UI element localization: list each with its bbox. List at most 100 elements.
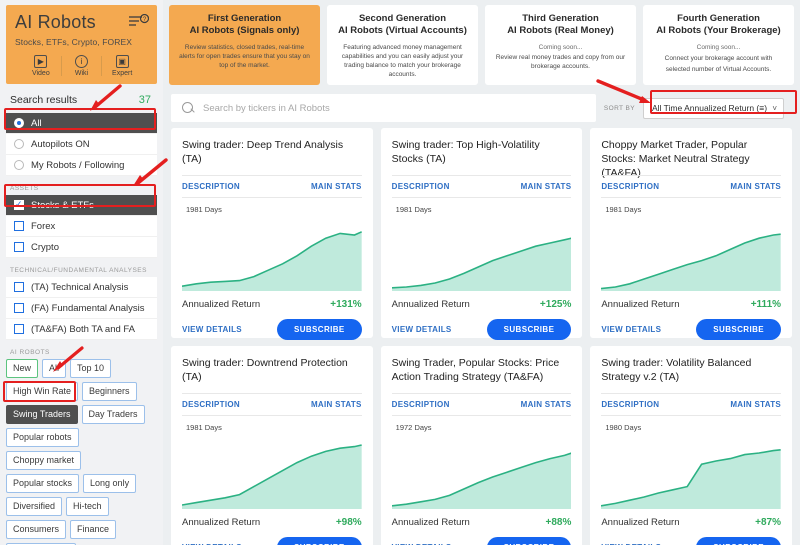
search-input[interactable]: Search by tickers in AI Robots xyxy=(171,94,596,122)
annualized-return-row: Annualized Return +87% xyxy=(601,517,781,528)
tag-long-only[interactable]: Long only xyxy=(83,474,137,493)
sort-dropdown[interactable]: All Time Annualized Return (≡) ˅ xyxy=(643,97,784,119)
robot-card[interactable]: Swing trader: Top High-Volatility Stocks… xyxy=(380,128,583,340)
filter-option-autopilots-on[interactable]: Autopilots ON xyxy=(6,134,157,155)
generation-card-first[interactable]: First Generation AI Robots (Signals only… xyxy=(169,5,320,85)
annualized-return-row: Annualized Return +98% xyxy=(182,517,362,528)
chart-days-label: 1981 Days xyxy=(186,423,222,432)
performance-chart: 1981 Days xyxy=(601,205,782,293)
filter-option-tafa[interactable]: (TA&FA) Both TA and FA xyxy=(6,319,157,340)
hamburger-help-icon[interactable]: ? xyxy=(129,13,150,28)
main-stats-link[interactable]: MAIN STATS xyxy=(521,400,572,409)
annualized-return-value: +111% xyxy=(750,299,782,310)
generation-body: Review statistics, closed trades, real-t… xyxy=(179,44,310,69)
annualized-return-value: +98% xyxy=(335,517,362,528)
filter-option-ta[interactable]: (TA) Technical Analysis xyxy=(6,277,157,298)
assets-filter-group: Stocks & ETFs Forex Crypto xyxy=(6,195,157,258)
main-stats-link[interactable]: MAIN STATS xyxy=(730,182,781,191)
description-link[interactable]: DESCRIPTION xyxy=(392,400,450,409)
tag-choppy-market[interactable]: Choppy market xyxy=(6,451,82,470)
annualized-return-value: +88% xyxy=(545,517,572,528)
tag-swing-traders[interactable]: Swing Traders xyxy=(6,405,78,424)
tag-finance[interactable]: Finance xyxy=(70,520,117,539)
tag-popular-robots[interactable]: Popular robots xyxy=(6,428,79,447)
robot-title: Swing trader: Volatility Balanced Strate… xyxy=(601,357,752,383)
brand-link-wiki[interactable]: i Wiki xyxy=(62,55,102,77)
subscribe-button[interactable]: SUBSCRIBE xyxy=(696,319,782,340)
robot-title: Swing Trader, Popular Stocks: Price Acti… xyxy=(391,357,560,383)
filter-option-all[interactable]: All xyxy=(6,113,157,134)
search-icon xyxy=(182,101,195,115)
robot-card[interactable]: Swing trader: Downtrend Protection (TA) … xyxy=(171,346,373,545)
view-details-link[interactable]: VIEW DETAILS xyxy=(182,325,242,334)
tag-hi-tech[interactable]: Hi-tech xyxy=(66,497,109,516)
robot-card[interactable]: Swing trader: Deep Trend Analysis (TA) D… xyxy=(171,128,373,340)
generation-card-fourth[interactable]: Fourth Generation AI Robots (Your Broker… xyxy=(643,5,794,85)
robot-card-links: DESCRIPTION MAIN STATS xyxy=(391,393,572,416)
generation-body: Connect your brokerage account with sele… xyxy=(664,55,773,73)
annualized-return-label: Annualized Return xyxy=(391,299,470,310)
tag-high-win-rate[interactable]: High Win Rate xyxy=(6,382,79,401)
performance-chart: 1972 Days xyxy=(391,423,572,511)
analyses-section-label: TECHNICAL/FUNDAMENTAL ANALYSES xyxy=(10,267,147,274)
generation-title-line2: AI Robots (Your Brokerage) xyxy=(656,25,781,36)
checkbox-icon xyxy=(14,282,24,292)
subscribe-button[interactable]: SUBSCRIBE xyxy=(276,537,362,545)
subscribe-button[interactable]: SUBSCRIBE xyxy=(696,537,782,545)
assets-section-label: ASSETS xyxy=(10,185,39,192)
description-link[interactable]: DESCRIPTION xyxy=(182,400,240,409)
view-details-link[interactable]: VIEW DETAILS xyxy=(392,325,452,334)
performance-chart: 1981 Days xyxy=(182,205,362,293)
filter-option-my-robots[interactable]: My Robots / Following xyxy=(6,155,157,176)
brand-panel: AI Robots Stocks, ETFs, Crypto, FOREX ? … xyxy=(6,5,157,84)
view-details-link[interactable]: VIEW DETAILS xyxy=(601,325,661,334)
generation-title-line1: Fourth Generation xyxy=(677,13,760,24)
filter-option-stocks-etfs[interactable]: Stocks & ETFs xyxy=(6,195,157,216)
main-stats-link[interactable]: MAIN STATS xyxy=(730,400,781,409)
annualized-return-label: Annualized Return xyxy=(601,517,680,528)
robot-title: Swing trader: Downtrend Protection (TA) xyxy=(182,357,348,383)
ai-robots-screening-page: AI Robots Stocks, ETFs, Crypto, FOREX ? … xyxy=(0,0,800,545)
tag-top-10[interactable]: Top 10 xyxy=(70,359,112,378)
generation-card-third[interactable]: Third Generation AI Robots (Real Money) … xyxy=(485,5,636,85)
robot-card[interactable]: Swing Trader, Popular Stocks: Price Acti… xyxy=(380,346,583,545)
main-stats-link[interactable]: MAIN STATS xyxy=(311,400,362,409)
main-stats-link[interactable]: MAIN STATS xyxy=(521,182,572,191)
performance-chart: 1980 Days xyxy=(601,423,782,511)
chart-days-label: 1981 Days xyxy=(605,205,642,214)
robot-card-links: DESCRIPTION MAIN STATS xyxy=(182,175,362,198)
tag-popular-stocks[interactable]: Popular stocks xyxy=(6,474,80,493)
description-link[interactable]: DESCRIPTION xyxy=(601,400,659,409)
subscribe-button[interactable]: SUBSCRIBE xyxy=(486,319,572,340)
robot-card[interactable]: Swing trader: Volatility Balanced Strate… xyxy=(590,346,793,545)
brand-link-expert[interactable]: ▣ Expert xyxy=(102,55,142,77)
tag-beginners[interactable]: Beginners xyxy=(82,382,137,401)
tag-consumers[interactable]: Consumers xyxy=(6,520,67,539)
robot-card[interactable]: Choppy Market Trader, Popular Stocks: Ma… xyxy=(590,128,793,340)
description-link[interactable]: DESCRIPTION xyxy=(601,182,659,191)
description-link[interactable]: DESCRIPTION xyxy=(392,182,450,191)
generation-card-second[interactable]: Second Generation AI Robots (Virtual Acc… xyxy=(327,5,478,85)
filter-option-label: Crypto xyxy=(31,241,59,253)
subscribe-button[interactable]: SUBSCRIBE xyxy=(276,319,362,340)
filter-option-crypto[interactable]: Crypto xyxy=(6,237,157,258)
brand-link-video[interactable]: ▶ Video xyxy=(21,55,61,77)
chart-svg xyxy=(182,205,362,291)
main-stats-link[interactable]: MAIN STATS xyxy=(311,182,362,191)
description-link[interactable]: DESCRIPTION xyxy=(182,182,240,191)
annualized-return-row: Annualized Return +131% xyxy=(182,299,362,310)
filter-option-fa[interactable]: (FA) Fundamental Analysis xyxy=(6,298,157,319)
robot-card-actions: VIEW DETAILS SUBSCRIBE xyxy=(601,537,782,545)
generation-body: Featuring advanced money management capa… xyxy=(341,44,464,78)
tag-day-traders[interactable]: Day Traders xyxy=(81,405,145,424)
subscribe-button[interactable]: SUBSCRIBE xyxy=(486,537,572,545)
tag-new[interactable]: New xyxy=(6,359,39,378)
annualized-return-value: +125% xyxy=(539,299,572,310)
filter-option-forex[interactable]: Forex xyxy=(6,216,157,237)
checkbox-icon xyxy=(14,221,24,231)
chart-days-label: 1981 Days xyxy=(186,205,222,214)
tag-diversified[interactable]: Diversified xyxy=(6,497,63,516)
robot-card-actions: VIEW DETAILS SUBSCRIBE xyxy=(601,319,782,340)
tag-all[interactable]: All xyxy=(42,359,67,378)
tag-filter-group: New All Top 10 High Win Rate Beginners S… xyxy=(6,359,157,545)
